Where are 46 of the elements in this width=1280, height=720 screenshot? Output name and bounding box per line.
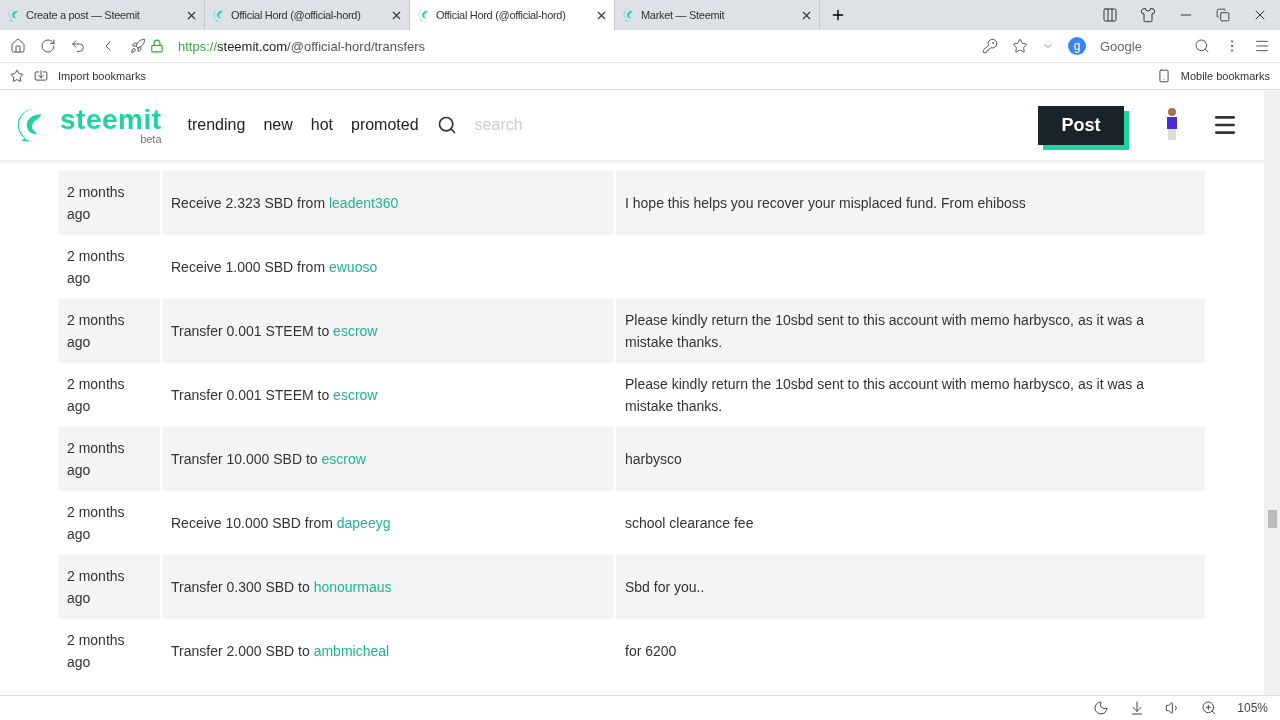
transfer-cell: Transfer 10.000 SBD to escrow [162,427,614,491]
phone-icon[interactable] [1156,69,1171,83]
import-icon[interactable] [34,69,48,83]
transfer-cell: Receive 2.323 SBD from leadent360 [162,171,614,235]
bookmark-item[interactable]: Import bookmarks [58,70,147,82]
memo-cell: I hope this helps you recover your misplaced fund. From ehiboss [616,171,1205,235]
reload-icon[interactable] [40,38,56,54]
shirt-icon[interactable] [1140,7,1156,23]
lock-icon [150,39,164,53]
scrollbar[interactable] [1264,90,1280,695]
star-icon[interactable] [10,69,24,83]
search-engine-field[interactable]: Google [1100,38,1180,54]
url-field[interactable]: https://steemit.com/@official-hord/transfers [178,38,426,54]
mobile-bookmarks-item[interactable]: Mobile bookmarks [1180,70,1270,82]
nav-link[interactable]: trending [187,116,246,134]
key-icon[interactable] [982,38,998,54]
search-icon[interactable] [1194,38,1210,54]
nav-link[interactable]: hot [310,116,333,134]
transfer-cell: Transfer 0.001 STEEM to escrow [162,299,614,363]
nav-link[interactable]: promoted [351,116,419,134]
browser-tab[interactable]: Official Hord (@official-hord) [410,0,615,30]
avatar-figure-icon[interactable] [1164,107,1180,143]
rocket-icon[interactable] [130,38,146,54]
star-icon[interactable] [1012,38,1028,54]
undo-icon[interactable] [70,38,86,54]
memo-cell: harbysco [616,427,1205,491]
restore-icon[interactable] [1216,8,1230,22]
moon-icon[interactable] [1093,700,1110,716]
memo-cell: Sbd for you.. [616,555,1205,619]
beta-label: beta [140,133,162,145]
browser-tab[interactable]: Create a post — Steemit [0,0,205,30]
time-cell: 2 months ago [58,299,160,363]
home-icon[interactable] [10,38,26,54]
nav-link[interactable]: new [263,116,293,134]
search-icon[interactable] [436,115,457,135]
time-cell: 2 months ago [58,555,160,619]
transfer-cell: Transfer 0.300 SBD to honourmaus [162,555,614,619]
memo-cell: Please kindly return the 10sbd sent to this account with memo harbysco, as it was a mistake thanks. [616,299,1205,363]
new-tab-icon[interactable] [830,7,846,23]
columns-icon[interactable] [1102,7,1118,23]
time-cell: 2 months ago [58,171,160,235]
zoom-level[interactable]: 105% [1237,701,1268,715]
zoom-icon[interactable] [1201,700,1218,716]
search-engine-badge[interactable]: g [1068,37,1086,55]
time-cell: 2 months ago [58,427,160,491]
browser-tab[interactable]: Market — Steemit [615,0,820,30]
